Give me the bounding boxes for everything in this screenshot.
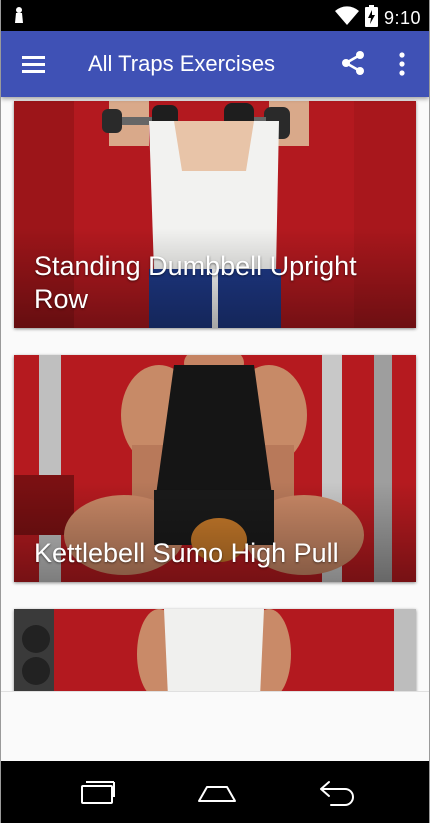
status-bar: 9:10 [1, 0, 429, 31]
recent-apps-icon[interactable] [76, 775, 120, 809]
more-vert-icon[interactable] [393, 50, 411, 78]
home-icon[interactable] [195, 775, 239, 809]
battery-charging-icon [364, 5, 378, 32]
exercise-photo [14, 609, 416, 691]
exercise-card[interactable]: Standing Dumbbell Upright Row [14, 101, 416, 328]
exercise-card[interactable] [14, 609, 416, 691]
exercise-list[interactable]: Standing Dumbbell Upright Row Kettlebell… [1, 97, 429, 691]
wifi-icon [334, 6, 359, 31]
hamburger-menu-icon[interactable] [21, 52, 47, 76]
android-notification-icon [13, 6, 25, 29]
exercise-card[interactable]: Kettlebell Sumo High Pull [14, 355, 416, 582]
page-title: All Traps Exercises [88, 51, 276, 76]
status-time: 9:10 [383, 8, 421, 28]
phone-screen: 9:10 All Traps Exercises Standing Dumbbe… [0, 0, 430, 823]
status-icons: 9:10 [334, 5, 421, 32]
exercise-title: Kettlebell Sumo High Pull [34, 538, 339, 568]
exercise-title: Standing Dumbbell Upright Row [34, 251, 357, 314]
list-footer-space [1, 691, 429, 762]
back-icon[interactable] [315, 775, 359, 809]
app-toolbar: All Traps Exercises [1, 31, 429, 97]
system-nav-bar [1, 761, 429, 823]
share-icon[interactable] [338, 48, 368, 78]
